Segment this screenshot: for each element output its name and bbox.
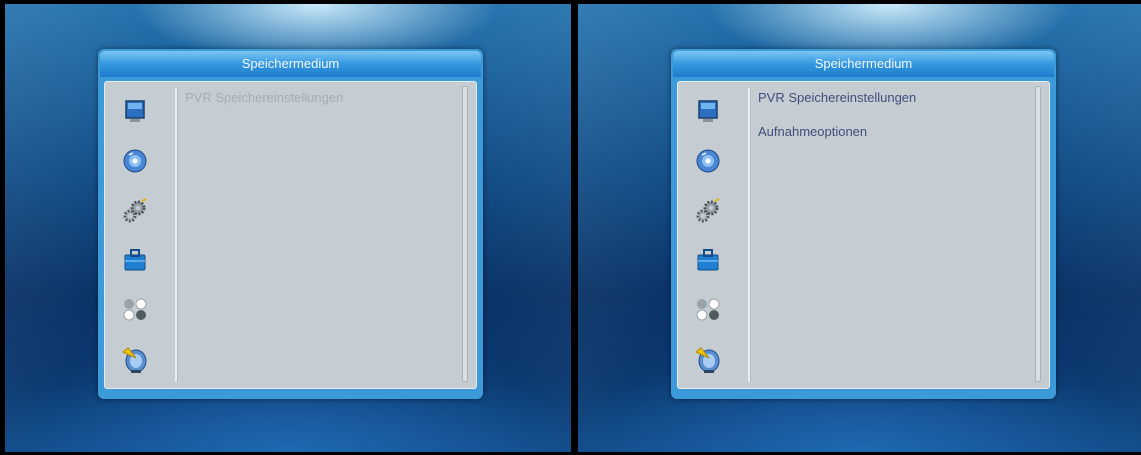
- balls-icon[interactable]: [120, 294, 150, 324]
- toolbox-icon[interactable]: [120, 245, 150, 275]
- menu-item-pvr-storage-settings: PVR Speichereinstellungen: [185, 90, 344, 105]
- storage-menu-window: Speichermedium: [671, 49, 1056, 399]
- disc-icon[interactable]: [120, 145, 150, 175]
- panel-divider: [175, 88, 178, 382]
- menu-panel: PVR Speichereinstellungen Aufnahmeoption…: [677, 81, 1050, 389]
- menu-item-recording-options[interactable]: Aufnahmeoptionen: [758, 122, 1029, 156]
- tv-monitor-icon[interactable]: [120, 96, 150, 126]
- scrollbar[interactable]: [462, 86, 468, 382]
- side-icon-column: [678, 82, 748, 388]
- screen-right: Speichermedium PVR Speichereinstellungen…: [578, 4, 1141, 452]
- satellite-dish-icon[interactable]: [693, 344, 723, 374]
- panel-divider: [748, 88, 751, 382]
- gears-icon[interactable]: [120, 196, 150, 226]
- scrollbar[interactable]: [1035, 86, 1041, 382]
- gears-icon[interactable]: [693, 196, 723, 226]
- menu-panel: PVR Speichereinstellungen: [104, 81, 477, 389]
- disc-icon[interactable]: [693, 145, 723, 175]
- toolbox-icon[interactable]: [693, 245, 723, 275]
- window-title: Speichermedium: [100, 51, 481, 77]
- menu-list: PVR Speichereinstellungen: [185, 88, 456, 122]
- menu-list: PVR Speichereinstellungen Aufnahmeoption…: [758, 88, 1029, 156]
- menu-item-pvr-storage-settings[interactable]: PVR Speichereinstellungen: [758, 88, 1029, 122]
- satellite-dish-icon[interactable]: [120, 344, 150, 374]
- screen-left: Speichermedium PVR Speichereinstellungen: [5, 4, 571, 452]
- storage-menu-window: Speichermedium: [98, 49, 483, 399]
- side-icon-column: [105, 82, 175, 388]
- window-title: Speichermedium: [673, 51, 1054, 77]
- balls-icon[interactable]: [693, 294, 723, 324]
- tv-monitor-icon[interactable]: [693, 96, 723, 126]
